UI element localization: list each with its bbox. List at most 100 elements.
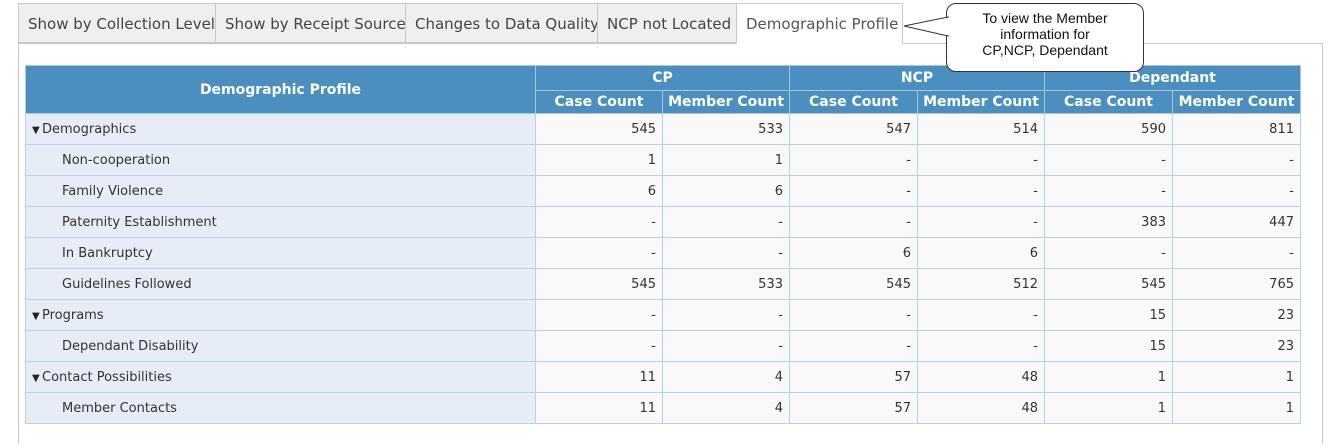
row-label: Guidelines Followed	[62, 276, 192, 292]
table-cell: -	[917, 299, 1045, 331]
callout-line-1: To view the Member	[982, 10, 1108, 26]
row-label: Programs	[42, 307, 104, 323]
callout-line-3: CP,NCP, Dependant	[982, 42, 1108, 58]
table-cell: 48	[917, 392, 1045, 424]
row-label: Dependant Disability	[62, 338, 199, 354]
table-cell: -	[789, 175, 918, 207]
table-cell: -	[662, 206, 790, 238]
table-cell: 6	[917, 237, 1045, 269]
table-cell: -	[535, 206, 663, 238]
tab-show-by-receipt-source[interactable]: Show by Receipt Source	[215, 3, 406, 43]
table-cell: 512	[917, 268, 1045, 300]
row-header: Family Violence	[25, 175, 536, 207]
table-cell: 547	[789, 113, 918, 145]
table-cell: 1	[1172, 392, 1301, 424]
table-row: Paternity Establishment - - - -383 447	[25, 206, 1301, 238]
column-header-member-count: Member Count	[1172, 89, 1301, 114]
column-header-case-count: Case Count	[1044, 89, 1173, 114]
table-cell: -	[662, 237, 790, 269]
table-row: Guidelines Followed 545 533 545 512 545 765	[25, 268, 1301, 300]
table-cell: 1	[535, 144, 663, 176]
group-row: ▼ Demographics 545 533 547 514 590 811	[25, 113, 1301, 145]
row-label: Demographics	[42, 121, 137, 137]
group-row: ▼ Contact Possibilities 11 4 57 48 1 1	[25, 361, 1301, 393]
corner-header: Demographic Profile	[25, 65, 536, 114]
tab-changes-to-data-quality[interactable]: Changes to Data Quality	[405, 3, 599, 43]
table-cell: 545	[535, 113, 663, 145]
row-header[interactable]: ▼ Demographics	[25, 113, 536, 145]
table-cell: 765	[1172, 268, 1301, 300]
table-cell: 590	[1044, 113, 1173, 145]
table-cell: 533	[662, 268, 790, 300]
table-cell: 533	[662, 113, 790, 145]
table-cell: 57	[789, 392, 918, 424]
row-header: Dependant Disability	[25, 330, 536, 362]
row-header[interactable]: ▼ Contact Possibilities	[25, 361, 536, 393]
table-cell: -	[917, 330, 1045, 362]
table-cell: 545	[789, 268, 918, 300]
row-label: In Bankruptcy	[62, 245, 153, 261]
row-header: Guidelines Followed	[25, 268, 536, 300]
table-cell: 23	[1172, 299, 1301, 331]
table-row: Family Violence 6 6- - - -	[25, 175, 1301, 207]
table-cell: 514	[917, 113, 1045, 145]
table-cell: 11	[535, 361, 663, 393]
table-cell: -	[535, 299, 663, 331]
row-header: Paternity Establishment	[25, 206, 536, 238]
demographic-profile-table: Demographic Profile CP NCP Dependant Cas…	[25, 65, 1301, 424]
table-cell: -	[1044, 175, 1173, 207]
table-cell: -	[662, 299, 790, 331]
table-cell: 545	[535, 268, 663, 300]
tab-show-by-collection-level[interactable]: Show by Collection Level	[18, 3, 215, 43]
table-cell: -	[789, 330, 918, 362]
table-cell: -	[789, 206, 918, 238]
table-cell: 811	[1172, 113, 1301, 145]
table-cell: -	[789, 144, 918, 176]
table-cell: 4	[662, 392, 790, 424]
table-cell: 23	[1172, 330, 1301, 362]
table-cell: -	[1172, 237, 1301, 269]
table-cell: 447	[1172, 206, 1301, 238]
row-header: In Bankruptcy	[25, 237, 536, 269]
callout-line-2: information for	[1000, 26, 1090, 42]
row-label: Member Contacts	[62, 400, 177, 416]
row-label: Paternity Establishment	[62, 214, 217, 230]
tab-demographic-profile[interactable]: Demographic Profile	[736, 3, 903, 44]
table-cell: 15	[1044, 330, 1173, 362]
table-cell: -	[662, 330, 790, 362]
table-cell: 545	[1044, 268, 1173, 300]
row-header: Non-cooperation	[25, 144, 536, 176]
table-cell: 4	[662, 361, 790, 393]
table-row: Member Contacts 11 4 57 48 1 1	[25, 392, 1301, 424]
table-row: Dependant Disability - - - -15 23	[25, 330, 1301, 362]
table-row: Non-cooperation 1 1- - - -	[25, 144, 1301, 176]
table-cell: 11	[535, 392, 663, 424]
table-cell: -	[917, 206, 1045, 238]
callout-pointer	[903, 16, 949, 37]
table-cell: -	[789, 299, 918, 331]
row-label: Family Violence	[62, 183, 164, 199]
row-header[interactable]: ▼ Programs	[25, 299, 536, 331]
row-label: Contact Possibilities	[42, 369, 172, 385]
column-header-case-count: Case Count	[535, 89, 663, 114]
table-cell: 57	[789, 361, 918, 393]
table-cell: -	[535, 330, 663, 362]
table-cell: -	[1172, 144, 1301, 176]
row-header: Member Contacts	[25, 392, 536, 424]
column-header-member-count: Member Count	[662, 89, 790, 114]
group-header-cp: CP	[535, 65, 790, 91]
annotation-callout: To view the Member information for CP,NC…	[946, 3, 1144, 72]
collapse-caret-icon[interactable]: ▼	[32, 125, 42, 136]
table-cell: 6	[662, 175, 790, 207]
table-cell: 6	[789, 237, 918, 269]
table-cell: 1	[1044, 361, 1173, 393]
collapse-caret-icon[interactable]: ▼	[32, 311, 42, 322]
group-row: ▼ Programs - - - -15 23	[25, 299, 1301, 331]
tab-ncp-not-located[interactable]: NCP not Located	[597, 3, 736, 43]
table-cell: -	[917, 175, 1045, 207]
table-cell: 1	[1172, 361, 1301, 393]
row-label: Non-cooperation	[62, 152, 171, 168]
collapse-caret-icon[interactable]: ▼	[32, 373, 42, 384]
table-cell: -	[1172, 175, 1301, 207]
table-cell: 1	[1044, 392, 1173, 424]
